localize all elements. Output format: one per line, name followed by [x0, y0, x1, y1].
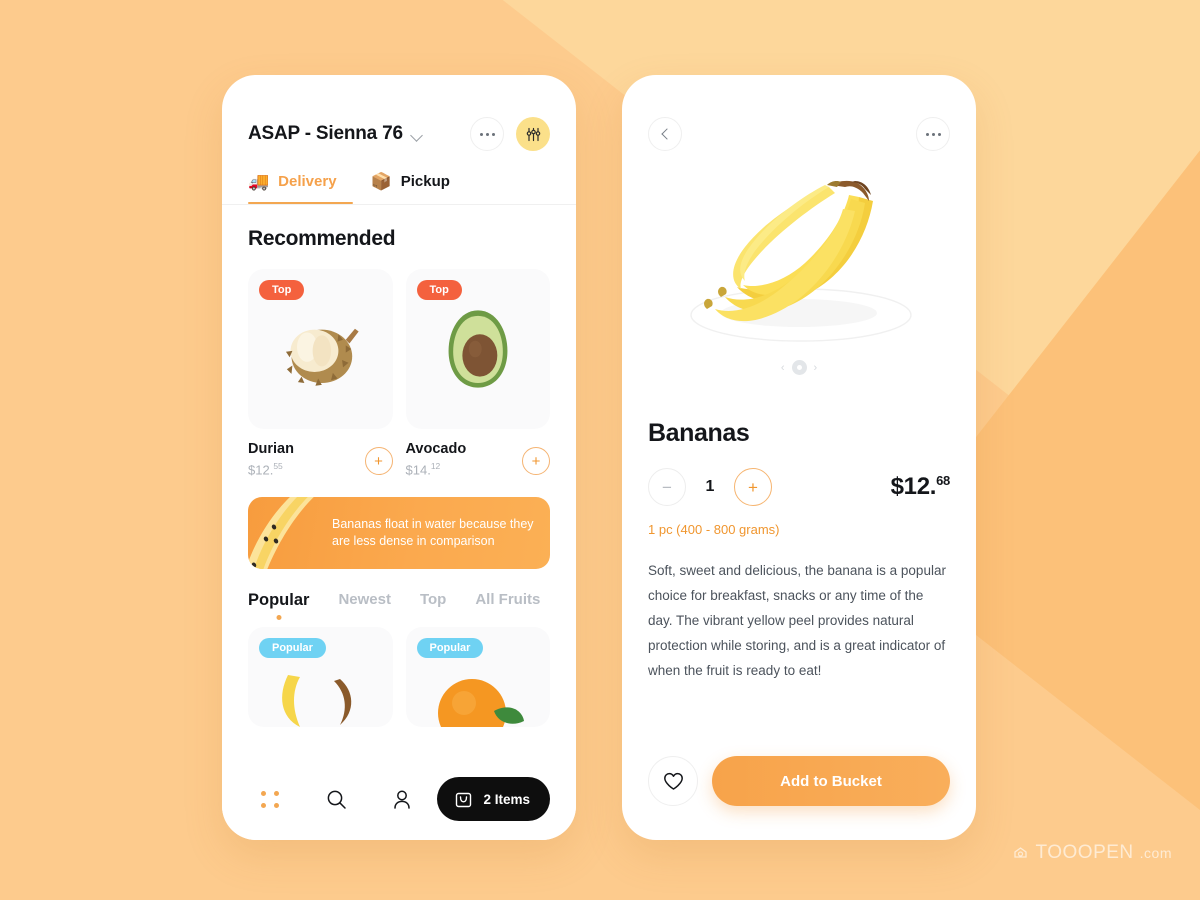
fact-banner-text: Bananas float in water because they are … [332, 516, 534, 549]
tab-active-underline [248, 201, 353, 204]
phone-screen-product-detail: ‹ › Bananas − 1 + $12.68 1 pc (400 - 800… [622, 75, 976, 840]
pickup-person-icon: 📦 [370, 172, 392, 191]
bottom-navigation: 2 Items [222, 758, 576, 840]
tab-pickup[interactable]: 📦 Pickup [371, 173, 450, 204]
plus-icon: + [748, 477, 758, 497]
delivery-person-icon: 🚚 [248, 172, 270, 191]
tab-delivery-label: Delivery [278, 173, 337, 190]
increase-quantity-button[interactable]: + [734, 468, 772, 506]
filter-active-dot [276, 615, 282, 621]
bucket-button[interactable]: 2 Items [437, 777, 550, 821]
product-card-avocado[interactable]: Top [405, 269, 550, 429]
watermark-text: TOOOPEN [1035, 842, 1134, 863]
filter-tabs: Popular Newest Top All Fruits [222, 569, 576, 621]
product-card-durian[interactable]: Top [248, 269, 393, 429]
watermark-logo-icon [1014, 846, 1028, 858]
quantity-stepper: − 1 + $12.68 [622, 448, 976, 506]
bucket-icon [456, 792, 472, 807]
price-cents: 12 [430, 461, 441, 471]
add-to-bucket-button[interactable]: Add to Bucket [712, 756, 950, 806]
filter-tab-label: Popular [248, 591, 310, 610]
more-horizontal-icon [925, 132, 941, 136]
price-main: $12. [890, 473, 937, 500]
grid-icon [260, 790, 280, 808]
user-icon [394, 790, 410, 809]
product-price: $12.68 [890, 473, 951, 501]
header-actions [470, 117, 550, 151]
nav-search-button[interactable] [314, 789, 358, 810]
bananas-hero-image [690, 180, 912, 342]
sliders-icon [526, 127, 540, 141]
filter-tab-popular[interactable]: Popular [248, 591, 310, 621]
orange-image [437, 679, 524, 728]
product-name: Avocado [405, 441, 467, 457]
plus-icon: + [374, 452, 383, 470]
add-to-bucket-label: Add to Bucket [780, 772, 882, 790]
add-avocado-button[interactable]: + [522, 447, 550, 475]
price-main: $14. [405, 462, 431, 478]
product-price: $12.55 [248, 461, 294, 477]
price-main: $12. [248, 462, 274, 478]
plus-icon: + [531, 452, 541, 470]
badge-popular: Popular [259, 638, 326, 659]
add-durian-button[interactable]: + [364, 447, 393, 475]
detail-actions: Add to Bucket [648, 756, 950, 806]
product-card-bananas[interactable]: Popular [248, 627, 393, 728]
banana-slice-image [248, 497, 314, 570]
product-name: Durian [248, 441, 294, 457]
badge-popular: Popular [416, 638, 484, 659]
more-horizontal-icon [479, 132, 495, 136]
product-unit: 1 pc (400 - 800 grams) [648, 522, 780, 537]
filter-button[interactable] [516, 117, 550, 151]
phone-screen-browse: ASAP - Sienna 76 🚚 Delivery 📦 Pickup Rec… [222, 75, 576, 840]
watermark-suffix: .com [1139, 845, 1172, 861]
search-icon [327, 790, 346, 809]
section-title-recommended: Recommended [248, 227, 396, 250]
badge-top: Top [259, 280, 305, 300]
quantity-value: 1 [705, 478, 715, 495]
minus-icon: − [662, 477, 672, 497]
chevron-left-icon [660, 128, 673, 140]
durian-image [286, 328, 359, 386]
filter-tab-all-fruits[interactable]: All Fruits [475, 591, 540, 608]
page-background [0, 0, 1200, 900]
filter-tab-top[interactable]: Top [420, 591, 446, 608]
tab-pickup-label: Pickup [400, 173, 450, 190]
chevron-down-icon[interactable] [409, 128, 423, 142]
decrease-quantity-button[interactable]: − [648, 468, 686, 506]
fact-banner[interactable]: Bananas float in water because they are … [248, 497, 550, 570]
product-card-orange[interactable]: Popular [405, 627, 550, 728]
recommended-meta: Durian $12.55 + Avocado $14.12 + [222, 429, 576, 477]
location-label[interactable]: ASAP - Sienna 76 [248, 123, 403, 145]
nav-profile-button[interactable] [380, 789, 424, 810]
more-button[interactable] [916, 117, 950, 151]
favorite-button[interactable] [648, 756, 698, 806]
bucket-label: 2 Items [483, 791, 530, 807]
location-row: ASAP - Sienna 76 [248, 117, 550, 151]
product-price: $14.12 [406, 461, 467, 477]
product-description: Soft, sweet and delicious, the banana is… [648, 563, 946, 678]
filter-tab-newest[interactable]: Newest [338, 591, 391, 608]
price-cents: 68 [936, 473, 950, 488]
back-button[interactable] [648, 117, 682, 151]
bananas-image [282, 675, 352, 728]
heart-icon [663, 772, 683, 790]
avocado-image [448, 310, 508, 388]
popular-cards: Popular Popular [222, 610, 576, 728]
meta-avocado: Avocado $14.12 + [405, 441, 550, 477]
mode-tabs: 🚚 Delivery 📦 Pickup [248, 173, 550, 204]
badge-top: Top [416, 280, 462, 300]
browse-header: ASAP - Sienna 76 🚚 Delivery 📦 Pickup [222, 75, 576, 204]
product-title: Bananas [648, 419, 750, 447]
meta-durian: Durian $12.55 + [248, 441, 393, 477]
nav-grid-button[interactable] [248, 790, 292, 808]
price-cents: 55 [273, 461, 283, 471]
tab-delivery[interactable]: 🚚 Delivery [248, 172, 353, 204]
product-hero [622, 159, 976, 364]
detail-header [622, 75, 976, 151]
more-button[interactable] [470, 117, 504, 151]
watermark: TOOOPEN .com [1012, 842, 1172, 864]
recommended-cards: Top Top [222, 251, 576, 429]
